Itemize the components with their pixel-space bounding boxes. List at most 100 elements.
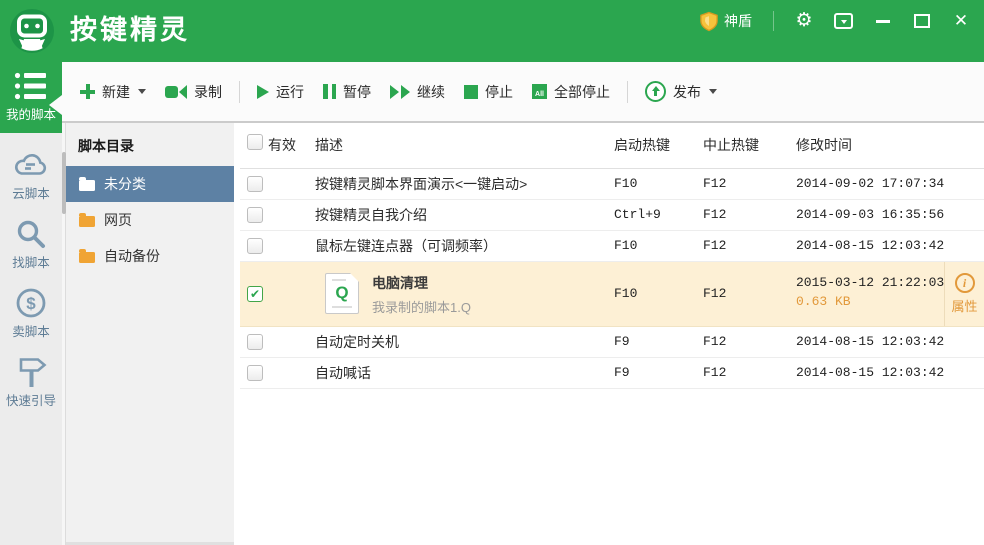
start-hotkey: F9: [614, 358, 630, 388]
sidebar-item-label: 快速引导: [6, 390, 56, 409]
close-button[interactable]: ✕: [952, 10, 970, 32]
row-checkbox[interactable]: [247, 238, 263, 254]
info-icon: i: [955, 273, 975, 293]
nav-sidebar: 我的脚本 云脚本 找脚本 $ 卖脚本: [0, 62, 62, 545]
column-header-modified: 修改时间: [796, 123, 852, 168]
sidebar-item-my-scripts[interactable]: 我的脚本: [0, 62, 62, 133]
modified-time: 2014-09-03 16:35:56: [796, 200, 944, 230]
sidebar-item-quick-guide[interactable]: 快速引导: [0, 354, 62, 409]
toolbar-separator: [627, 81, 628, 103]
start-hotkey: F10: [614, 285, 637, 303]
file-size: 0.63 KB: [796, 294, 944, 309]
directory-title: 脚本目录: [66, 123, 234, 166]
plus-icon: [80, 84, 95, 99]
header-separator: [773, 11, 774, 31]
sidebar-item-sell-scripts[interactable]: $ 卖脚本: [0, 285, 62, 340]
shield-label: 神盾: [724, 11, 752, 31]
check-icon: ✔: [250, 287, 260, 301]
script-list-icon: [13, 68, 49, 104]
row-checkbox[interactable]: [247, 176, 263, 192]
folder-label: 未分类: [104, 174, 146, 194]
start-hotkey: F10: [614, 231, 637, 261]
record-button[interactable]: 录制: [163, 78, 224, 106]
shield-icon: [700, 11, 718, 32]
search-icon: [15, 216, 47, 252]
sidebar-item-find-scripts[interactable]: 找脚本: [0, 216, 62, 271]
row-checkbox[interactable]: [247, 207, 263, 223]
abort-hotkey: F12: [703, 200, 726, 230]
pause-button[interactable]: 暂停: [321, 78, 373, 106]
properties-label: 属性: [951, 296, 977, 315]
script-filename: 我录制的脚本1.Q: [372, 297, 471, 316]
folder-icon: [79, 180, 95, 191]
row-checkbox-checked[interactable]: ✔: [247, 286, 263, 302]
new-script-button[interactable]: 新建: [78, 78, 148, 106]
pause-icon: [323, 84, 336, 99]
column-header-valid: 有效: [268, 123, 296, 168]
table-row[interactable]: 按键精灵自我介绍 Ctrl+9 F12 2014-09-03 16:35:56: [240, 200, 984, 231]
sidebar-item-label: 卖脚本: [12, 321, 50, 340]
select-all-checkbox[interactable]: [247, 134, 263, 150]
modified-time: 2014-08-15 12:03:42: [796, 327, 944, 357]
row-checkbox[interactable]: [247, 334, 263, 350]
script-table: 有效 描述 启动热键 中止热键 修改时间 按键精灵脚本界面演示<一键启动> F1…: [240, 123, 984, 545]
script-description: 自动喊话: [315, 358, 371, 388]
column-header-start-hotkey: 启动热键: [614, 123, 670, 168]
table-row[interactable]: 鼠标左键连点器（可调频率） F10 F12 2014-08-15 12:03:4…: [240, 231, 984, 262]
folder-icon: [79, 216, 95, 227]
camera-icon: [165, 85, 187, 99]
stop-all-button[interactable]: All 全部停止: [530, 78, 612, 106]
minimize-button[interactable]: [874, 10, 892, 32]
table-row[interactable]: 自动定时关机 F9 F12 2014-08-15 12:03:42: [240, 327, 984, 358]
script-description: 按键精灵脚本界面演示<一键启动>: [315, 169, 527, 199]
stop-button[interactable]: 停止: [462, 78, 515, 106]
folder-icon: [79, 252, 95, 263]
abort-hotkey: F12: [703, 169, 726, 199]
start-hotkey: F9: [614, 327, 630, 357]
abort-hotkey: F12: [703, 358, 726, 388]
publish-button[interactable]: 发布: [643, 77, 719, 106]
folder-item-web[interactable]: 网页: [66, 202, 234, 238]
modified-time: 2015-03-12 21:22:03: [796, 275, 944, 290]
toolbar: 新建 录制 运行 暂停 继续 停止 All 全部停止 发布: [62, 62, 984, 123]
row-checkbox[interactable]: [247, 365, 263, 381]
script-description: 电脑清理: [372, 273, 471, 293]
continue-button[interactable]: 继续: [388, 78, 447, 106]
modified-time: 2014-09-02 17:07:34: [796, 169, 944, 199]
run-button[interactable]: 运行: [255, 78, 306, 106]
shield-badge-button[interactable]: 神盾: [700, 11, 752, 32]
table-row[interactable]: 自动喊话 F9 F12 2014-08-15 12:03:42: [240, 358, 984, 389]
window-menu-icon[interactable]: [834, 10, 853, 32]
sidebar-item-label: 找脚本: [12, 252, 50, 271]
folder-item-autobackup[interactable]: 自动备份: [66, 238, 234, 274]
folder-label: 自动备份: [104, 246, 160, 266]
column-header-description: 描述: [315, 123, 343, 168]
properties-button[interactable]: i 属性: [944, 262, 984, 326]
sidebar-item-label: 我的脚本: [6, 104, 56, 123]
table-row[interactable]: 按键精灵脚本界面演示<一键启动> F10 F12 2014-09-02 17:0…: [240, 169, 984, 200]
signpost-icon: [14, 354, 48, 390]
svg-text:$: $: [26, 294, 36, 313]
start-hotkey: F10: [614, 169, 637, 199]
app-title: 按键精灵: [70, 0, 190, 62]
settings-gear-icon[interactable]: ⚙: [795, 10, 813, 32]
folder-item-uncategorized[interactable]: 未分类: [66, 166, 234, 202]
folder-label: 网页: [104, 210, 132, 230]
chevron-down-icon: [709, 89, 717, 94]
table-row-selected[interactable]: ✔ Q 电脑清理 我录制的脚本1.Q F10 F12 2015-03-12 21…: [240, 262, 984, 327]
column-header-abort-hotkey: 中止热键: [703, 123, 759, 168]
q-file-badge: Q: [326, 283, 358, 303]
maximize-button[interactable]: [913, 10, 931, 32]
publish-icon: [645, 81, 666, 102]
abort-hotkey: F12: [703, 285, 726, 303]
title-bar: 按键精灵 神盾 ⚙ ✕: [0, 0, 984, 62]
modified-time: 2014-08-15 12:03:42: [796, 358, 944, 388]
script-description: 自动定时关机: [315, 327, 399, 357]
fast-forward-icon: [390, 85, 410, 99]
script-description: 鼠标左键连点器（可调频率）: [315, 231, 497, 261]
toolbar-separator: [239, 81, 240, 103]
script-file-icon: Q: [325, 273, 359, 314]
script-description: 按键精灵自我介绍: [315, 200, 427, 230]
script-directory-panel: 脚本目录 未分类 网页 自动备份: [66, 123, 234, 545]
sidebar-item-cloud-scripts[interactable]: 云脚本: [0, 147, 62, 202]
